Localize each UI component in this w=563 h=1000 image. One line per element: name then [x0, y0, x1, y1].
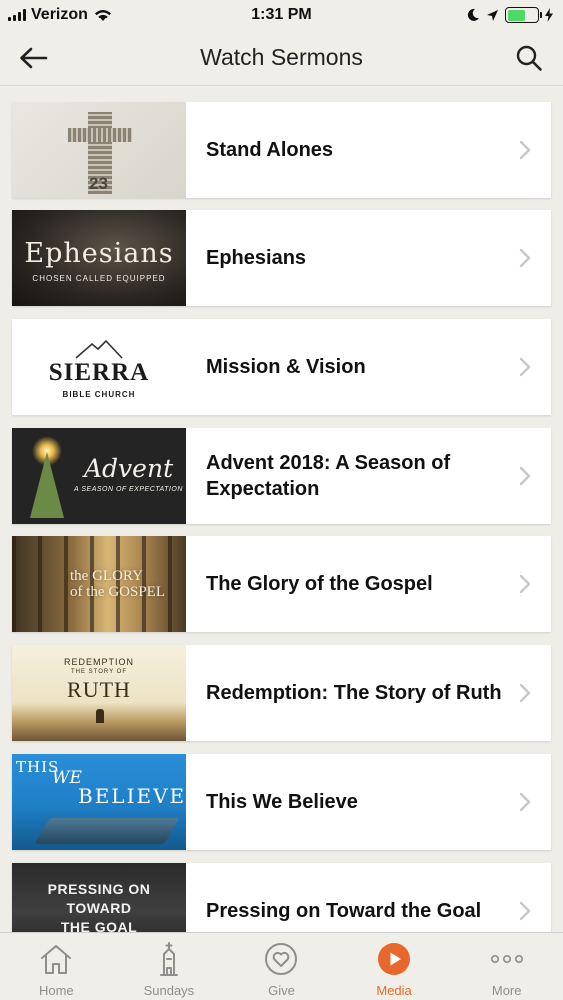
chevron-right-icon — [519, 466, 531, 486]
play-icon — [378, 943, 411, 975]
chevron-right-icon — [519, 357, 531, 377]
thumbnail-text: Ephesians — [24, 238, 174, 269]
thumbnail-text: SIERRA — [48, 359, 150, 386]
thumbnail-subtext: A SEASON OF EXPECTATION — [74, 486, 183, 493]
thumbnail-subtext: THE STORY OF — [70, 669, 127, 675]
thumbnail-subtext: BIBLE CHURCH — [62, 390, 136, 399]
thumbnail-text: RUTH — [67, 677, 131, 702]
thumbnail-text: BELIEVE — [78, 784, 186, 808]
battery-icon — [505, 7, 542, 23]
navigation-bar: Watch Sermons — [0, 30, 563, 86]
thumbnail-text: 23 — [89, 174, 108, 193]
status-bar: Verizon 1:31 PM — [0, 0, 563, 30]
sermon-row-stand-alones[interactable]: 23 Stand Alones — [12, 102, 551, 198]
tab-label: Media — [376, 983, 412, 998]
chevron-right-icon — [519, 683, 531, 703]
thumbnail-subtext: CHOSEN CALLED EQUIPPED — [32, 274, 166, 283]
heart-icon — [265, 943, 298, 975]
sermon-thumbnail: THIS WE BELIEVE — [12, 754, 186, 850]
sermon-title: Redemption: The Story of Ruth — [206, 682, 502, 704]
tab-give[interactable]: Give — [225, 933, 338, 1000]
thumbnail-subtext: REDEMPTION — [63, 657, 134, 667]
tab-label: Home — [38, 983, 74, 998]
sermon-row-advent-2018[interactable]: Advent A SEASON OF EXPECTATION Advent 20… — [12, 428, 551, 524]
chevron-right-icon — [519, 901, 531, 921]
sermon-title: Ephesians — [206, 247, 307, 269]
sermon-title: Mission & Vision — [206, 356, 366, 378]
sermon-thumbnail: Ephesians CHOSEN CALLED EQUIPPED — [12, 210, 186, 306]
mountain-icon — [75, 339, 123, 359]
sermon-thumbnail: Advent A SEASON OF EXPECTATION — [12, 428, 186, 524]
sermon-title: Stand Alones — [206, 139, 334, 161]
chevron-right-icon — [519, 574, 531, 594]
more-icon — [490, 954, 523, 964]
sermon-thumbnail: 23 — [12, 102, 186, 198]
location-icon — [487, 9, 498, 21]
search-icon — [516, 45, 542, 71]
tab-sundays[interactable]: Sundays — [113, 933, 226, 1000]
thumbnail-text: TOWARD — [66, 900, 132, 916]
status-left: Verizon — [8, 6, 113, 24]
tab-home[interactable]: Home — [0, 933, 113, 1000]
sermon-title: Advent 2018: A Season of Expectation — [206, 452, 451, 500]
tab-label: Sundays — [143, 983, 195, 998]
home-icon — [41, 945, 72, 974]
sermon-title: This We Believe — [206, 791, 358, 813]
sermon-thumbnail: the GLORY of the GOSPEL — [12, 536, 186, 632]
thumbnail-text: Advent — [84, 454, 174, 483]
signal-icon — [8, 9, 26, 21]
sermon-row-glory-of-gospel[interactable]: the GLORY of the GOSPEL The Glory of the… — [12, 536, 551, 632]
wifi-icon — [94, 10, 111, 21]
tab-bar: Home Sundays Give Media More — [0, 932, 563, 1000]
page-title: Watch Sermons — [200, 44, 363, 70]
chevron-right-icon — [519, 248, 531, 268]
chevron-right-icon — [519, 140, 531, 160]
tab-more[interactable]: More — [450, 933, 563, 1000]
chevron-right-icon — [519, 792, 531, 812]
sermon-title: Pressing on Toward the Goal — [206, 900, 482, 922]
carrier-label: Verizon — [31, 6, 88, 23]
sermon-thumbnail: REDEMPTION THE STORY OF RUTH — [12, 645, 186, 741]
church-icon — [159, 942, 178, 976]
sermon-row-mission-vision[interactable]: SIERRA BIBLE CHURCH Mission & Vision — [12, 319, 551, 415]
moon-icon — [467, 8, 479, 21]
thumbnail-text: the GLORY of the GOSPEL — [70, 568, 165, 600]
sermon-row-ruth[interactable]: REDEMPTION THE STORY OF RUTH Redemption:… — [12, 645, 551, 741]
arrow-left-icon — [20, 47, 48, 69]
back-button[interactable] — [16, 42, 50, 74]
sermon-thumbnail: SIERRA BIBLE CHURCH — [12, 319, 186, 415]
charging-icon — [545, 8, 553, 22]
search-button[interactable] — [513, 42, 545, 74]
tab-label: More — [491, 983, 522, 998]
sermon-row-this-we-believe[interactable]: THIS WE BELIEVE This We Believe — [12, 754, 551, 850]
sermon-row-ephesians[interactable]: Ephesians CHOSEN CALLED EQUIPPED Ephesia… — [12, 210, 551, 306]
tab-label: Give — [268, 983, 295, 998]
thumbnail-text: PRESSING ON — [47, 881, 151, 897]
sermon-title: The Glory of the Gospel — [206, 573, 433, 595]
status-right — [466, 7, 553, 23]
tab-media[interactable]: Media — [338, 933, 451, 1000]
